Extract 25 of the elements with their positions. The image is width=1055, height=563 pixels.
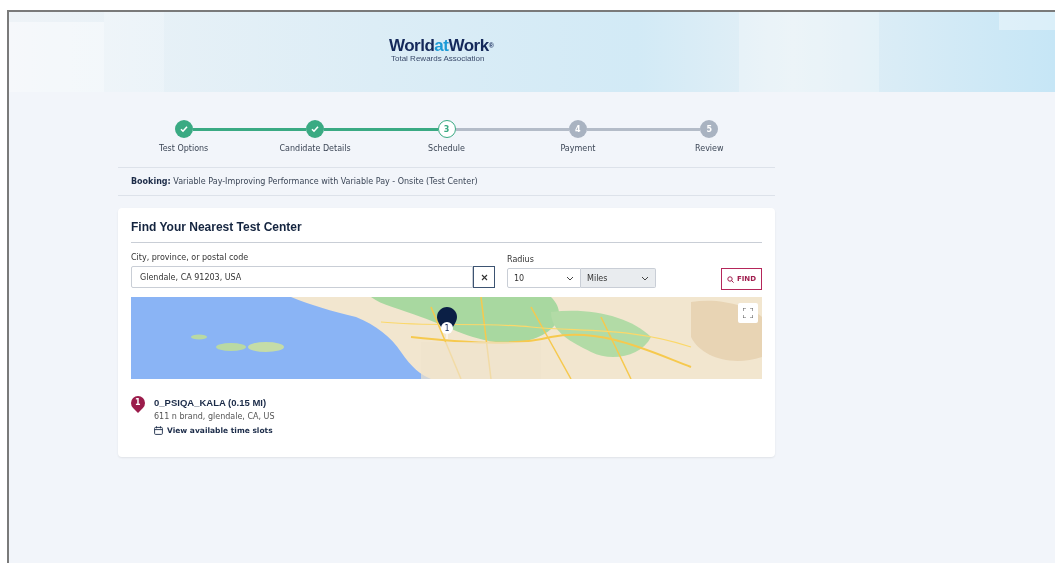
field-label: City, province, or postal code xyxy=(131,253,250,262)
card-title: Find Your Nearest Test Center xyxy=(131,220,762,243)
step-number: 5 xyxy=(700,120,719,138)
field-label: Radius xyxy=(507,255,535,264)
step-label: Test Options xyxy=(159,144,209,153)
center-name: 0_PSIQA_KALA (0.15 MI) xyxy=(154,397,268,408)
step-number: 3 xyxy=(437,120,456,138)
step-label: Review xyxy=(695,144,724,153)
chevron-down-icon xyxy=(566,275,574,281)
step-number: 4 xyxy=(568,120,587,138)
booking-summary: Booking: Variable Pay-Improving Performance with Variable Pay - Onsite (Test Center) xyxy=(118,167,775,196)
location-field[interactable]: Glendale, CA 91203, USA xyxy=(131,266,473,288)
search-icon xyxy=(726,275,734,283)
logo-tagline: Total Rewards Association xyxy=(391,54,485,63)
chevron-down-icon xyxy=(641,275,649,281)
step-label: Payment xyxy=(560,144,596,153)
fullscreen-icon xyxy=(743,308,753,318)
center-address: 611 n brand, glendale, CA, US xyxy=(154,412,275,421)
distance-select[interactable]: 10 xyxy=(507,268,581,288)
step-label: Candidate Details xyxy=(279,144,351,153)
unit-select[interactable]: Miles xyxy=(581,268,656,288)
close-icon xyxy=(480,273,488,281)
calendar-icon xyxy=(154,426,163,435)
step-label: Schedule xyxy=(428,144,465,153)
clear-button[interactable] xyxy=(473,266,495,288)
